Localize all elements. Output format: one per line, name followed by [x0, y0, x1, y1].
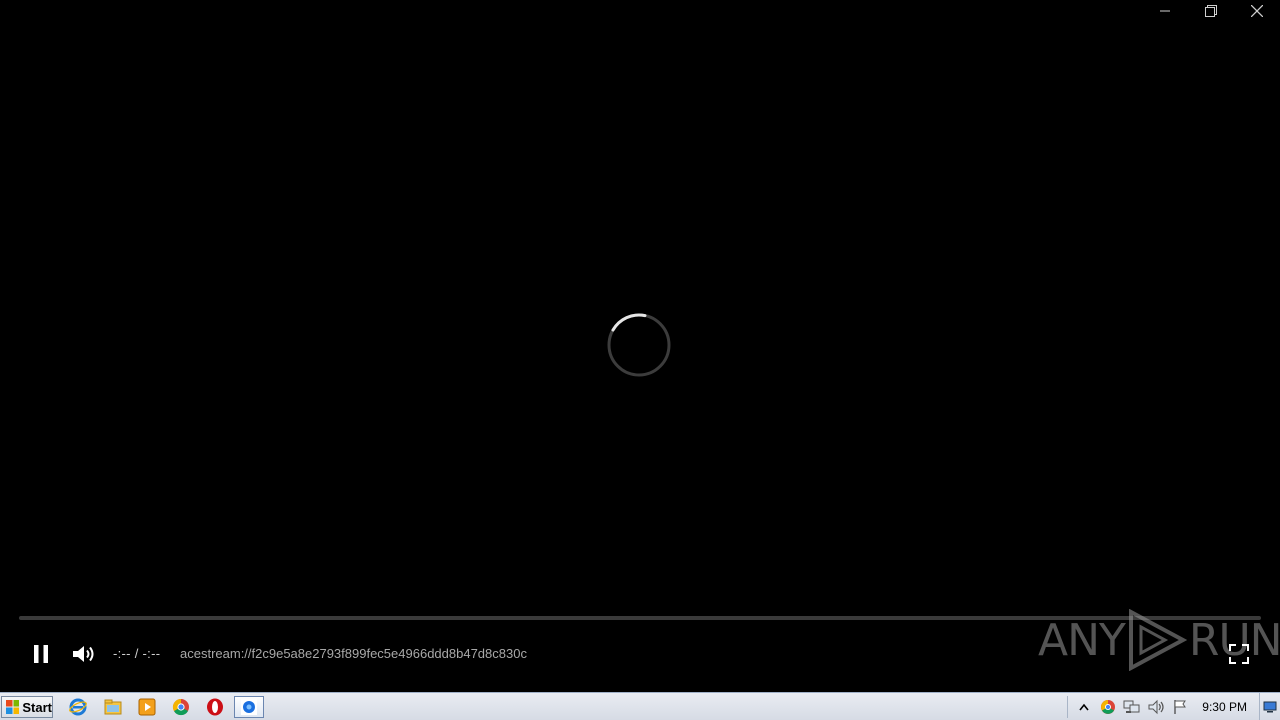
time-display: -:-- / -:-- [113, 646, 161, 661]
system-tray: 9:30 PM [1067, 693, 1280, 720]
tray-action-center[interactable] [1169, 696, 1191, 718]
clock[interactable]: 9:30 PM [1202, 700, 1247, 714]
show-desktop-button[interactable] [1259, 693, 1280, 720]
restore-button[interactable] [1188, 0, 1234, 22]
start-button[interactable]: Start [1, 696, 53, 718]
tray-network[interactable] [1121, 696, 1143, 718]
start-label: Start [22, 699, 52, 715]
media-player-icon [138, 698, 156, 716]
show-hidden-icons-icon [1079, 703, 1089, 710]
volume-button[interactable] [70, 641, 98, 667]
minimize-icon [1160, 10, 1170, 12]
volume-icon [73, 646, 94, 662]
taskbar-media-player[interactable] [133, 696, 161, 718]
windows-logo-icon [6, 700, 20, 714]
minimize-button[interactable] [1142, 0, 1188, 22]
tray-divider [1067, 695, 1069, 718]
opera-icon [207, 698, 223, 716]
restore-icon [1205, 5, 1217, 17]
show-hidden-icons-button[interactable] [1073, 696, 1095, 718]
taskbar-internet-explorer[interactable] [64, 696, 92, 718]
network-icon [1123, 700, 1140, 713]
taskbar-chrome[interactable] [167, 696, 195, 718]
chrome-tray-icon [1101, 699, 1116, 714]
tray-chrome[interactable] [1097, 696, 1119, 718]
internet-explorer-icon [69, 698, 87, 716]
fullscreen-icon [1229, 644, 1249, 664]
taskbar: Start 9:30 PM [0, 692, 1280, 720]
tray-volume[interactable] [1145, 696, 1167, 718]
chrome-icon [172, 698, 189, 716]
watermark-text-left: ANY [1038, 614, 1126, 666]
acestream-icon [241, 699, 257, 715]
fullscreen-button[interactable] [1226, 641, 1252, 667]
volume-tray-icon [1148, 699, 1164, 714]
show-desktop-icon [1263, 701, 1277, 712]
pause-button[interactable] [28, 641, 54, 667]
taskbar-acestream[interactable] [234, 696, 264, 718]
close-button[interactable] [1234, 0, 1280, 22]
watermark-play-icon [1128, 609, 1187, 671]
loading-spinner [607, 313, 671, 377]
action-center-flag-icon [1174, 699, 1187, 714]
pause-icon [34, 645, 48, 663]
media-title: acestream://f2c9e5a8e2793f899fec5e4966dd… [180, 646, 527, 661]
close-icon [1251, 5, 1263, 17]
window-controls [1142, 0, 1280, 22]
taskbar-opera[interactable] [201, 696, 229, 718]
video-player[interactable]: -:-- / -:-- acestream://f2c9e5a8e2793f89… [0, 0, 1280, 692]
taskbar-file-explorer[interactable] [99, 696, 127, 718]
file-explorer-icon [104, 699, 122, 715]
